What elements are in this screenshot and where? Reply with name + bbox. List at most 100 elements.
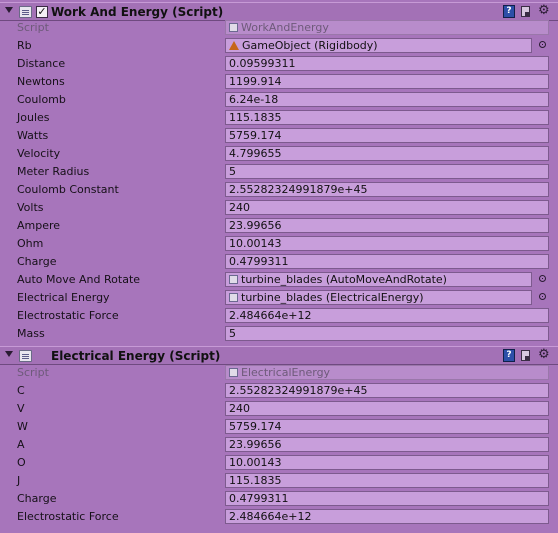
- property-row-script: Script WorkAndEnergy: [0, 19, 558, 37]
- inspector-panel: ✓ Work And Energy (Script) ? ⚙ Script Wo…: [0, 0, 558, 533]
- foldout-arrow-icon[interactable]: [5, 351, 13, 357]
- property-label: Mass: [17, 327, 45, 340]
- object-reference-field[interactable]: turbine_blades (ElectricalEnergy): [225, 290, 532, 305]
- property-row-mass: Mass 5: [0, 325, 558, 343]
- float-field[interactable]: 240: [225, 401, 549, 416]
- float-field[interactable]: 5: [225, 326, 549, 341]
- property-row-j: J 115.1835: [0, 472, 558, 490]
- field-value: GameObject (Rigidbody): [242, 39, 378, 52]
- field-value: turbine_blades (ElectricalEnergy): [241, 291, 424, 304]
- script-reference-field: WorkAndEnergy: [225, 20, 549, 35]
- object-picker-icon[interactable]: [539, 275, 546, 282]
- float-field[interactable]: 115.1835: [225, 110, 549, 125]
- float-field[interactable]: 5759.174: [225, 419, 549, 434]
- property-label: Velocity: [17, 147, 61, 160]
- script-icon: [229, 275, 238, 284]
- property-label: J: [17, 474, 21, 487]
- float-field[interactable]: 2.484664e+12: [225, 308, 549, 323]
- float-field[interactable]: 6.24e-18: [225, 92, 549, 107]
- property-row-rb: Rb GameObject (Rigidbody): [0, 37, 558, 55]
- float-field[interactable]: 10.00143: [225, 455, 549, 470]
- property-row-script: Script ElectricalEnergy: [0, 364, 558, 382]
- script-icon: [19, 350, 32, 362]
- float-field[interactable]: 10.00143: [225, 236, 549, 251]
- property-label: Auto Move And Rotate: [17, 273, 141, 286]
- property-label: O: [17, 456, 26, 469]
- float-field[interactable]: 5759.174: [225, 128, 549, 143]
- field-value: WorkAndEnergy: [241, 21, 329, 34]
- float-field[interactable]: 0.09599311: [225, 56, 549, 71]
- object-reference-field[interactable]: turbine_blades (AutoMoveAndRotate): [225, 272, 532, 287]
- float-field[interactable]: 115.1835: [225, 473, 549, 488]
- object-picker-icon[interactable]: [539, 293, 546, 300]
- property-row-electrical-energy: Electrical Energy turbine_blades (Electr…: [0, 289, 558, 307]
- property-row-electrostatic-force: Electrostatic Force 2.484664e+12: [0, 508, 558, 526]
- float-field[interactable]: 240: [225, 200, 549, 215]
- property-row-a: A 23.99656: [0, 436, 558, 454]
- help-icon[interactable]: ?: [503, 5, 515, 18]
- property-label: Ohm: [17, 237, 44, 250]
- preset-icon[interactable]: [521, 350, 530, 361]
- property-row-w: W 5759.174: [0, 418, 558, 436]
- float-field[interactable]: 1199.914: [225, 74, 549, 89]
- property-row-ampere: Ampere 23.99656: [0, 217, 558, 235]
- property-row-watts: Watts 5759.174: [0, 127, 558, 145]
- property-label: Electrostatic Force: [17, 309, 119, 322]
- object-reference-field[interactable]: GameObject (Rigidbody): [225, 38, 532, 53]
- float-field[interactable]: 23.99656: [225, 437, 549, 452]
- float-field[interactable]: 0.4799311: [225, 254, 549, 269]
- property-row-o: O 10.00143: [0, 454, 558, 472]
- script-icon: [19, 6, 32, 18]
- property-label: V: [17, 402, 25, 415]
- script-icon: [229, 23, 238, 32]
- float-field[interactable]: 23.99656: [225, 218, 549, 233]
- help-icon[interactable]: ?: [503, 349, 515, 362]
- property-label: Coulomb Constant: [17, 183, 119, 196]
- property-label: Watts: [17, 129, 49, 142]
- property-label: Script: [17, 21, 49, 34]
- gear-icon[interactable]: ⚙: [538, 348, 550, 362]
- script-reference-field: ElectricalEnergy: [225, 365, 549, 380]
- property-label: Electrical Energy: [17, 291, 110, 304]
- script-icon: [229, 368, 238, 377]
- float-field[interactable]: 0.4799311: [225, 491, 549, 506]
- float-field[interactable]: 5: [225, 164, 549, 179]
- property-label: Charge: [17, 255, 57, 268]
- object-picker-icon[interactable]: [539, 41, 546, 48]
- property-row-newtons: Newtons 1199.914: [0, 73, 558, 91]
- script-icon: [229, 293, 238, 302]
- preset-icon[interactable]: [521, 6, 530, 17]
- property-row-coulomb: Coulomb 6.24e-18: [0, 91, 558, 109]
- property-label: C: [17, 384, 25, 397]
- component-enable-checkbox[interactable]: ✓: [36, 6, 48, 18]
- property-label: Charge: [17, 492, 57, 505]
- property-row-ohm: Ohm 10.00143: [0, 235, 558, 253]
- property-row-meter-radius: Meter Radius 5: [0, 163, 558, 181]
- property-label: Electrostatic Force: [17, 510, 119, 523]
- float-field[interactable]: 2.55282324991879e+45: [225, 383, 549, 398]
- gameobject-icon: [229, 41, 239, 50]
- property-label: Ampere: [17, 219, 61, 232]
- gear-icon[interactable]: ⚙: [538, 4, 550, 18]
- component-title: Electrical Energy (Script): [51, 349, 221, 363]
- property-row-v: V 240: [0, 400, 558, 418]
- property-label: A: [17, 438, 25, 451]
- property-row-electrostatic-force: Electrostatic Force 2.484664e+12: [0, 307, 558, 325]
- property-row-joules: Joules 115.1835: [0, 109, 558, 127]
- foldout-arrow-icon[interactable]: [5, 7, 13, 13]
- property-row-charge: Charge 0.4799311: [0, 253, 558, 271]
- float-field[interactable]: 4.799655: [225, 146, 549, 161]
- field-value: turbine_blades (AutoMoveAndRotate): [241, 273, 447, 286]
- property-label: Meter Radius: [17, 165, 90, 178]
- electrical-energy-header[interactable]: Electrical Energy (Script) ? ⚙: [0, 346, 558, 365]
- float-field[interactable]: 2.55282324991879e+45: [225, 182, 549, 197]
- property-row-coulomb-constant: Coulomb Constant 2.55282324991879e+45: [0, 181, 558, 199]
- property-label: Coulomb: [17, 93, 66, 106]
- property-row-c: C 2.55282324991879e+45: [0, 382, 558, 400]
- property-label: Script: [17, 366, 49, 379]
- float-field[interactable]: 2.484664e+12: [225, 509, 549, 524]
- property-row-distance: Distance 0.09599311: [0, 55, 558, 73]
- component-title: Work And Energy (Script): [51, 5, 224, 19]
- property-row-volts: Volts 240: [0, 199, 558, 217]
- property-label: Rb: [17, 39, 32, 52]
